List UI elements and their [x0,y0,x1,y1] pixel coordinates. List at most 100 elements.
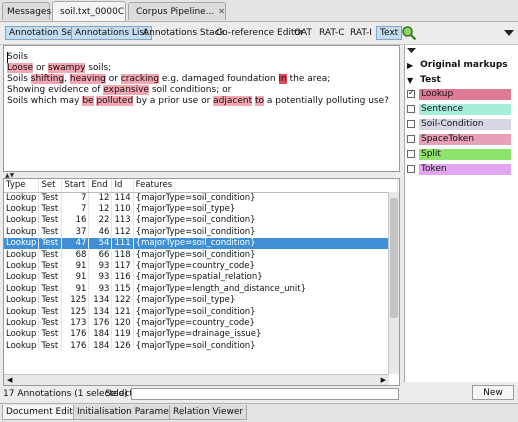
table-cell-type: Lookup [4,226,40,238]
annotation-highlight[interactable]: expansive [103,85,149,95]
table-cell-id: 114 [111,192,134,204]
rat-i-button[interactable]: RAT-I [347,26,375,40]
annotation-highlight[interactable]: shifting [30,74,65,84]
table-row[interactable]: Lookup Test 125 134 121 {majorType=soil_condi… [4,305,398,318]
panel-collapse-icon[interactable] [407,48,416,54]
text-line: Soils shifting, heaving or cracking e.g.… [7,74,330,85]
expand-right-icon[interactable]: ▶ [407,61,413,70]
table-cell-id: 118 [111,248,134,261]
document-text-view[interactable]: Soils Loose or swampy soils; Soils shift… [3,45,400,172]
annotation-type-checkbox[interactable] [407,105,415,113]
table-cell-start: 68 [61,248,90,261]
annotation-highlight[interactable]: swampy [48,63,86,73]
annotation-highlight[interactable]: to [254,96,265,106]
text-span: the area; [286,74,331,84]
annotation-highlight[interactable]: heaving [69,74,106,84]
annotation-type-checkbox[interactable] [407,135,415,143]
table-header-row: Type Set Start End Id Features [4,179,398,193]
table-cell-id: 126 [111,340,134,352]
close-tab-icon[interactable]: ✕ [218,7,225,16]
expand-down-icon[interactable]: ▼ [407,76,413,85]
table-row[interactable]: Lookup Test 91 93 116 {majorType=spatial_rela… [4,271,398,284]
table-row[interactable]: Lookup Test 47 54 111 {majorType=soil_conditi… [4,237,398,249]
table-cell-features: {majorType=length_and_distance_unit} [133,283,398,295]
annotation-highlight[interactable]: in [278,74,287,84]
annotation-type-checkbox[interactable] [407,88,415,98]
text-span: a potentially polluting use? [264,96,389,106]
text-span: soils; [85,63,112,73]
table-row[interactable]: Lookup Test 7 12 110 {majorType=soil_type} [4,203,398,215]
table-cell-id: 117 [111,260,134,272]
annotation-type-sentence[interactable]: Sentence [405,103,517,115]
annotation-type-soil-condition[interactable]: Soil-Condition [405,118,517,130]
table-row[interactable]: Lookup Test 176 184 126 {majorType=soil_condi… [4,340,398,352]
rat-c-button[interactable]: RAT-C [316,26,348,40]
col-id[interactable]: Id [111,179,134,193]
tab-corpus-pipeline[interactable]: Corpus Pipeline... ✕ [128,2,226,20]
annotation-highlight[interactable]: polluted [96,96,134,106]
col-type[interactable]: Type [4,179,40,193]
table-cell-set: Test [38,271,63,284]
table-cell-id: 121 [111,305,134,318]
table-row[interactable]: Lookup Test 91 93 117 {majorType=country_code… [4,260,398,272]
annotation-type-token[interactable]: Token [405,163,517,175]
col-start[interactable]: Start [61,179,90,193]
annotation-type-split[interactable]: Split [405,148,517,160]
search-icon[interactable] [401,25,417,41]
table-vertical-scrollbar[interactable] [388,192,399,374]
annotation-type-spacetoken[interactable]: SpaceToken [405,133,517,145]
set-test[interactable]: ▼ Test [405,74,517,86]
oat-button[interactable]: OAT [291,26,315,40]
table-cell-start: 176 [61,328,90,341]
tab-messages[interactable]: Messages [2,2,51,20]
annotation-type-label: SpaceToken [419,133,511,145]
annotation-type-checkbox[interactable] [407,165,415,173]
annotations-table-grid: Type Set Start End Id Features Lookup Tes… [4,179,398,352]
table-cell-start: 173 [61,317,90,329]
chevron-down-icon[interactable] [504,30,514,37]
table-cell-type: Lookup [4,192,40,204]
table-horizontal-scrollbar[interactable]: ◀ ▶ [4,374,389,385]
table-cell-id: 116 [111,271,134,284]
table-cell-features: {majorType=soil_condition} [133,237,398,249]
table-cell-end: 134 [88,305,113,318]
annotation-sets-panel[interactable]: ▶ Original markups ▼ Test Lookup Sentence… [404,45,518,382]
table-row[interactable]: Lookup Test 173 176 120 {majorType=country_co… [4,317,398,329]
table-cell-start: 47 [61,237,90,249]
new-set-button[interactable]: New [472,385,514,400]
tab-relation-viewer[interactable]: Relation Viewer [169,405,248,420]
table-cell-type: Lookup [4,283,40,295]
table-row[interactable]: Lookup Test 37 46 112 {majorType=soil_conditi… [4,226,398,238]
annotation-type-checkbox[interactable] [407,120,415,128]
annotation-type-lookup[interactable]: Lookup [405,88,517,100]
annotation-highlight[interactable]: be [82,96,94,106]
tab-document[interactable]: soil.txt_0000C [52,1,126,21]
set-original-markups[interactable]: ▶ Original markups [405,59,517,71]
table-row[interactable]: Lookup Test 91 93 115 {majorType=length_and_d… [4,283,398,295]
annotation-highlight[interactable]: cracking [120,74,160,84]
table-row[interactable]: Lookup Test 125 134 122 {majorType=soil_type} [4,294,398,306]
annotations-table[interactable]: Type Set Start End Id Features Lookup Tes… [3,178,400,386]
tab-corpus-pipeline-label: Corpus Pipeline... [136,6,215,17]
table-cell-start: 7 [61,192,90,204]
scroll-right-icon[interactable]: ▶ [381,375,386,385]
table-cell-id: 119 [111,328,134,341]
annotation-type-checkbox[interactable] [407,150,415,158]
table-row[interactable]: Lookup Test 176 184 119 {majorType=drainage_i… [4,328,398,341]
scroll-thumb[interactable] [390,198,398,318]
col-end[interactable]: End [88,179,113,193]
table-cell-set: Test [38,260,63,272]
table-row[interactable]: Lookup Test 7 12 114 {majorType=soil_conditio… [4,192,398,204]
scroll-left-icon[interactable]: ◀ [7,375,12,385]
table-cell-type: Lookup [4,271,40,284]
annotation-highlight[interactable]: adjacent [213,96,253,106]
annotation-highlight[interactable]: Loose [7,63,34,73]
table-row[interactable]: Lookup Test 68 66 118 {majorType=soil_conditi… [4,248,398,261]
col-features[interactable]: Features [133,179,398,193]
text-button[interactable]: Text [376,26,403,40]
table-cell-type: Lookup [4,248,40,261]
select-filter-input[interactable] [131,388,399,400]
col-set[interactable]: Set [38,179,63,193]
table-row[interactable]: Lookup Test 16 22 113 {majorType=soil_conditi… [4,214,398,227]
table-cell-id: 115 [111,283,134,295]
